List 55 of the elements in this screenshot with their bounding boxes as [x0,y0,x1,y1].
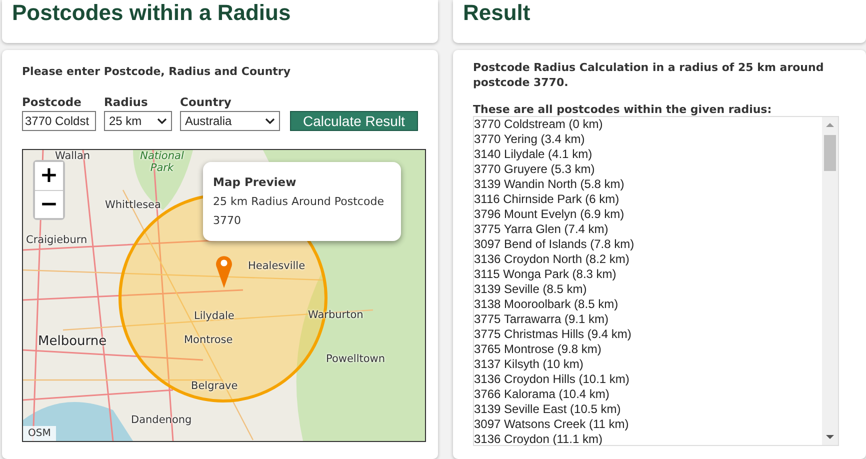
field-label: Postcode [22,95,82,109]
scroll-up-icon[interactable] [825,122,835,128]
map-place-label: Montrose [184,334,233,346]
postcode-input[interactable]: 3770 Coldst [22,111,96,131]
map-place-label: Healesville [248,260,306,272]
popup-title: Map Preview [213,174,298,191]
zoom-out-button[interactable]: − [35,190,63,218]
result-item[interactable]: 3140 Lilydale (4.1 km) [474,147,822,162]
map-place-label: Dandenong [131,414,192,426]
field-label: Radius [104,95,149,109]
result-item[interactable]: 3097 Watsons Creek (11 km) [474,417,822,432]
result-item[interactable]: 3775 Yarra Glen (7.4 km) [474,222,822,237]
result-item[interactable]: 3770 Gruyere (5.3 km) [474,162,822,177]
dropdown-select[interactable]: 25 km [104,111,172,131]
result-item[interactable]: 3765 Montrose (9.8 km) [474,342,822,357]
result-item[interactable]: 3775 Tarrawarra (9.1 km) [474,312,822,327]
result-item[interactable]: 3137 Kilsyth (10 km) [474,357,822,372]
map-place-label: Craigieburn [26,234,88,246]
instruction-text: Please enter Postcode, Radius and Country [22,65,291,78]
result-item[interactable]: 3766 Kalorama (10.4 km) [474,387,822,402]
result-item[interactable]: 3136 Croydon North (8.2 km) [474,252,822,267]
scrollbar[interactable] [822,117,838,445]
scroll-down-icon[interactable] [825,434,835,440]
result-item[interactable]: 3138 Mooroolbark (8.5 km) [474,297,822,312]
map-place-label: Whittlesea [105,199,161,211]
scrollbar-thumb[interactable] [824,135,836,171]
chevron-down-icon [265,118,275,124]
result-summary: Postcode Radius Calculation in a radius of 25 km around postcode 3770. [473,60,825,90]
popup-text: 25 km Radius Around Postcode 3770 [213,195,384,227]
result-item[interactable]: 3770 Yering (3.4 km) [474,132,822,147]
result-item[interactable]: 3116 Chirnside Park (6 km) [474,192,822,207]
dropdown-select[interactable]: Australia [180,111,280,131]
page-title: Postcodes within a Radius [12,0,291,26]
map-place-label: Melbourne [38,334,107,349]
result-item[interactable]: 3139 Seville East (10.5 km) [474,402,822,417]
map-place-label: Belgrave [191,380,238,392]
map-place-label: Wallan [55,150,90,162]
result-item[interactable]: 3775 Christmas Hills (9.4 km) [474,327,822,342]
chevron-down-icon [157,118,167,124]
field-label: Country [180,95,232,109]
calculate-button[interactable]: Calculate Result [290,111,418,131]
results-listbox[interactable] [473,116,839,446]
result-item[interactable]: 3139 Wandin North (5.8 km) [474,177,822,192]
result-item[interactable]: 3796 Mount Evelyn (6.9 km) [474,207,822,222]
map-place-label: Powelltown [326,353,386,365]
result-item[interactable]: 3770 Coldstream (0 km) [474,117,822,132]
result-item[interactable]: 3136 Croydon Hills (10.1 km) [474,372,822,387]
section-title: Result [463,0,530,26]
list-heading: These are all postcodes within the given radius: [473,103,773,116]
result-item[interactable]: 3139 Seville (8.5 km) [474,282,822,297]
map-place-label: Lilydale [194,310,234,322]
map-attribution[interactable]: OSM [23,426,56,441]
result-item[interactable]: 3115 Wonga Park (8.3 km) [474,267,822,282]
map-pin-icon[interactable] [216,254,232,288]
result-item[interactable]: 3097 Bend of Islands (7.8 km) [474,237,822,252]
